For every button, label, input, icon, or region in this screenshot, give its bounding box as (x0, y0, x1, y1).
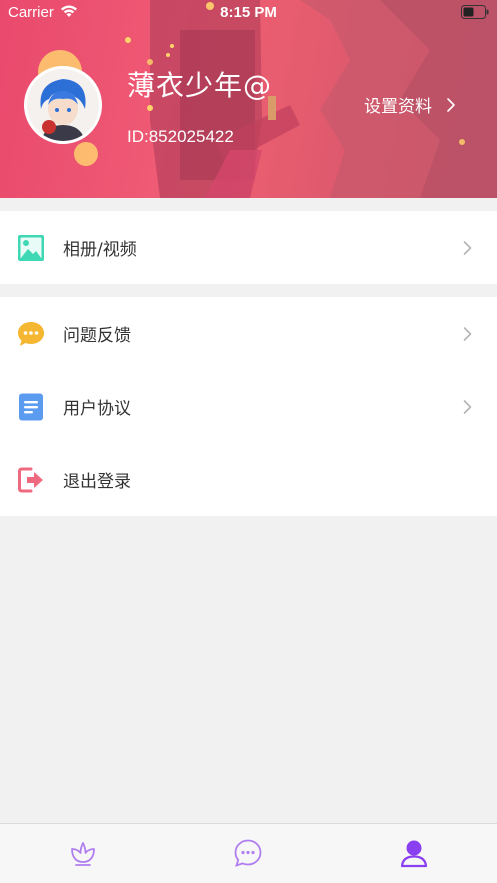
chevron-right-icon (463, 399, 472, 414)
chevron-right-icon (463, 240, 472, 255)
logout-icon (18, 467, 43, 492)
tab-messages-chat-bubble-icon[interactable] (233, 838, 263, 868)
menu-item-user-agreement[interactable]: 用户协议 (0, 370, 497, 443)
feedback-chat-icon (18, 321, 44, 346)
avatar[interactable] (24, 66, 102, 144)
profile-settings-link[interactable]: 设置资料 (364, 92, 456, 117)
menu-section-media: 相册/视频 (0, 211, 497, 284)
menu-item-label: 用户协议 (63, 399, 131, 419)
menu-item-feedback[interactable]: 问题反馈 (0, 297, 497, 370)
chevron-right-icon (447, 97, 455, 112)
username: 薄衣少年@ (127, 69, 273, 102)
status-time: 8:15 PM (220, 4, 277, 21)
document-icon (19, 393, 43, 420)
profile-header: Carrier 8:15 PM 薄衣少年@ ID:852025422 设置资料 (0, 0, 497, 198)
status-bar: Carrier 8:15 PM (0, 0, 497, 26)
menu-item-album-video[interactable]: 相册/视频 (0, 211, 497, 284)
menu-item-label: 问题反馈 (63, 326, 131, 346)
menu-section-general: 问题反馈 用户协议 退出登录 (0, 297, 497, 516)
tab-bar (0, 823, 497, 883)
profile-settings-label: 设置资料 (364, 97, 432, 117)
menu-item-logout[interactable]: 退出登录 (0, 443, 497, 516)
tab-home-flower-icon[interactable] (68, 838, 98, 868)
battery-icon (461, 5, 489, 19)
avatar-image (27, 69, 99, 141)
menu-item-label: 相册/视频 (63, 240, 137, 260)
photo-album-icon (18, 234, 44, 261)
tab-profile-icon[interactable] (399, 838, 429, 868)
menu-item-label: 退出登录 (63, 472, 131, 492)
user-id: ID:852025422 (127, 127, 234, 146)
chevron-right-icon (463, 326, 472, 341)
